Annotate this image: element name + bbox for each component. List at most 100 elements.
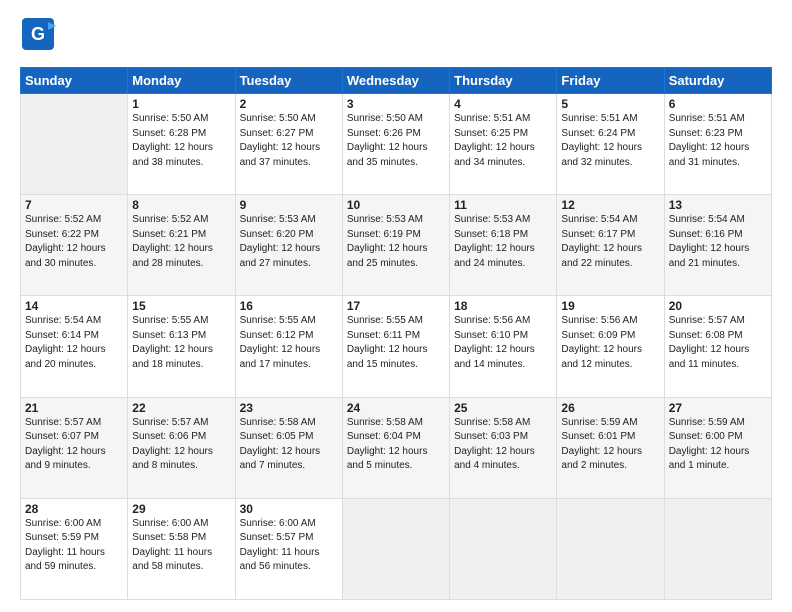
calendar-cell: 7Sunrise: 5:52 AM Sunset: 6:22 PM Daylig… [21,195,128,296]
day-number: 22 [132,401,230,415]
day-number: 30 [240,502,338,516]
day-info: Sunrise: 5:54 AM Sunset: 6:16 PM Dayligh… [669,213,767,271]
calendar-cell: 8Sunrise: 5:52 AM Sunset: 6:21 PM Daylig… [128,195,235,296]
day-number: 15 [132,299,230,313]
day-info: Sunrise: 5:59 AM Sunset: 6:00 PM Dayligh… [669,416,767,474]
day-number: 6 [669,97,767,111]
calendar-cell [450,498,557,599]
day-info: Sunrise: 5:57 AM Sunset: 6:06 PM Dayligh… [132,416,230,474]
calendar-cell: 17Sunrise: 5:55 AM Sunset: 6:11 PM Dayli… [342,296,449,397]
calendar-week-row: 14Sunrise: 5:54 AM Sunset: 6:14 PM Dayli… [21,296,772,397]
day-number: 21 [25,401,123,415]
day-number: 23 [240,401,338,415]
day-info: Sunrise: 5:54 AM Sunset: 6:17 PM Dayligh… [561,213,659,271]
day-info: Sunrise: 5:57 AM Sunset: 6:08 PM Dayligh… [669,314,767,372]
calendar-cell: 21Sunrise: 5:57 AM Sunset: 6:07 PM Dayli… [21,397,128,498]
calendar-cell: 5Sunrise: 5:51 AM Sunset: 6:24 PM Daylig… [557,94,664,195]
calendar-cell: 19Sunrise: 5:56 AM Sunset: 6:09 PM Dayli… [557,296,664,397]
calendar-cell: 14Sunrise: 5:54 AM Sunset: 6:14 PM Dayli… [21,296,128,397]
calendar-day-header: Saturday [664,68,771,94]
day-number: 13 [669,198,767,212]
calendar-cell: 3Sunrise: 5:50 AM Sunset: 6:26 PM Daylig… [342,94,449,195]
calendar-week-row: 7Sunrise: 5:52 AM Sunset: 6:22 PM Daylig… [21,195,772,296]
day-info: Sunrise: 5:53 AM Sunset: 6:20 PM Dayligh… [240,213,338,271]
day-number: 20 [669,299,767,313]
day-info: Sunrise: 5:59 AM Sunset: 6:01 PM Dayligh… [561,416,659,474]
calendar-cell: 6Sunrise: 5:51 AM Sunset: 6:23 PM Daylig… [664,94,771,195]
day-number: 26 [561,401,659,415]
day-info: Sunrise: 5:57 AM Sunset: 6:07 PM Dayligh… [25,416,123,474]
calendar-cell: 10Sunrise: 5:53 AM Sunset: 6:19 PM Dayli… [342,195,449,296]
day-info: Sunrise: 5:58 AM Sunset: 6:05 PM Dayligh… [240,416,338,474]
day-info: Sunrise: 5:50 AM Sunset: 6:28 PM Dayligh… [132,112,230,170]
day-number: 2 [240,97,338,111]
day-number: 19 [561,299,659,313]
calendar-cell: 18Sunrise: 5:56 AM Sunset: 6:10 PM Dayli… [450,296,557,397]
day-info: Sunrise: 5:53 AM Sunset: 6:18 PM Dayligh… [454,213,552,271]
day-number: 1 [132,97,230,111]
day-info: Sunrise: 5:51 AM Sunset: 6:23 PM Dayligh… [669,112,767,170]
day-number: 29 [132,502,230,516]
day-info: Sunrise: 5:51 AM Sunset: 6:25 PM Dayligh… [454,112,552,170]
calendar-header-row: SundayMondayTuesdayWednesdayThursdayFrid… [21,68,772,94]
calendar-cell [557,498,664,599]
day-info: Sunrise: 5:50 AM Sunset: 6:26 PM Dayligh… [347,112,445,170]
calendar-cell: 16Sunrise: 5:55 AM Sunset: 6:12 PM Dayli… [235,296,342,397]
calendar-cell [342,498,449,599]
calendar-cell: 15Sunrise: 5:55 AM Sunset: 6:13 PM Dayli… [128,296,235,397]
calendar-cell: 12Sunrise: 5:54 AM Sunset: 6:17 PM Dayli… [557,195,664,296]
calendar-cell [664,498,771,599]
calendar-cell: 11Sunrise: 5:53 AM Sunset: 6:18 PM Dayli… [450,195,557,296]
svg-text:G: G [31,24,45,44]
calendar-cell: 22Sunrise: 5:57 AM Sunset: 6:06 PM Dayli… [128,397,235,498]
logo-icon: G [20,16,56,57]
day-info: Sunrise: 5:52 AM Sunset: 6:22 PM Dayligh… [25,213,123,271]
calendar-day-header: Monday [128,68,235,94]
calendar-cell: 27Sunrise: 5:59 AM Sunset: 6:00 PM Dayli… [664,397,771,498]
calendar-day-header: Friday [557,68,664,94]
day-number: 27 [669,401,767,415]
day-number: 14 [25,299,123,313]
calendar-day-header: Wednesday [342,68,449,94]
day-number: 24 [347,401,445,415]
calendar-cell: 24Sunrise: 5:58 AM Sunset: 6:04 PM Dayli… [342,397,449,498]
day-info: Sunrise: 5:56 AM Sunset: 6:09 PM Dayligh… [561,314,659,372]
day-number: 28 [25,502,123,516]
day-number: 3 [347,97,445,111]
day-number: 4 [454,97,552,111]
day-info: Sunrise: 5:51 AM Sunset: 6:24 PM Dayligh… [561,112,659,170]
day-number: 18 [454,299,552,313]
calendar-week-row: 21Sunrise: 5:57 AM Sunset: 6:07 PM Dayli… [21,397,772,498]
day-number: 25 [454,401,552,415]
calendar-cell: 30Sunrise: 6:00 AM Sunset: 5:57 PM Dayli… [235,498,342,599]
day-info: Sunrise: 5:54 AM Sunset: 6:14 PM Dayligh… [25,314,123,372]
calendar-day-header: Tuesday [235,68,342,94]
logo: G [20,16,60,57]
day-number: 7 [25,198,123,212]
day-info: Sunrise: 6:00 AM Sunset: 5:59 PM Dayligh… [25,517,123,575]
calendar-day-header: Sunday [21,68,128,94]
day-number: 10 [347,198,445,212]
day-info: Sunrise: 5:55 AM Sunset: 6:11 PM Dayligh… [347,314,445,372]
day-number: 11 [454,198,552,212]
day-number: 8 [132,198,230,212]
calendar-cell: 29Sunrise: 6:00 AM Sunset: 5:58 PM Dayli… [128,498,235,599]
day-info: Sunrise: 5:55 AM Sunset: 6:13 PM Dayligh… [132,314,230,372]
day-info: Sunrise: 5:53 AM Sunset: 6:19 PM Dayligh… [347,213,445,271]
day-info: Sunrise: 5:50 AM Sunset: 6:27 PM Dayligh… [240,112,338,170]
day-info: Sunrise: 5:58 AM Sunset: 6:03 PM Dayligh… [454,416,552,474]
calendar-cell: 4Sunrise: 5:51 AM Sunset: 6:25 PM Daylig… [450,94,557,195]
calendar-cell: 20Sunrise: 5:57 AM Sunset: 6:08 PM Dayli… [664,296,771,397]
day-info: Sunrise: 5:52 AM Sunset: 6:21 PM Dayligh… [132,213,230,271]
day-info: Sunrise: 5:58 AM Sunset: 6:04 PM Dayligh… [347,416,445,474]
calendar-cell: 26Sunrise: 5:59 AM Sunset: 6:01 PM Dayli… [557,397,664,498]
calendar-cell [21,94,128,195]
day-info: Sunrise: 5:56 AM Sunset: 6:10 PM Dayligh… [454,314,552,372]
day-number: 9 [240,198,338,212]
day-info: Sunrise: 6:00 AM Sunset: 5:58 PM Dayligh… [132,517,230,575]
calendar-cell: 28Sunrise: 6:00 AM Sunset: 5:59 PM Dayli… [21,498,128,599]
day-info: Sunrise: 6:00 AM Sunset: 5:57 PM Dayligh… [240,517,338,575]
calendar-cell: 13Sunrise: 5:54 AM Sunset: 6:16 PM Dayli… [664,195,771,296]
day-number: 16 [240,299,338,313]
calendar-cell: 25Sunrise: 5:58 AM Sunset: 6:03 PM Dayli… [450,397,557,498]
